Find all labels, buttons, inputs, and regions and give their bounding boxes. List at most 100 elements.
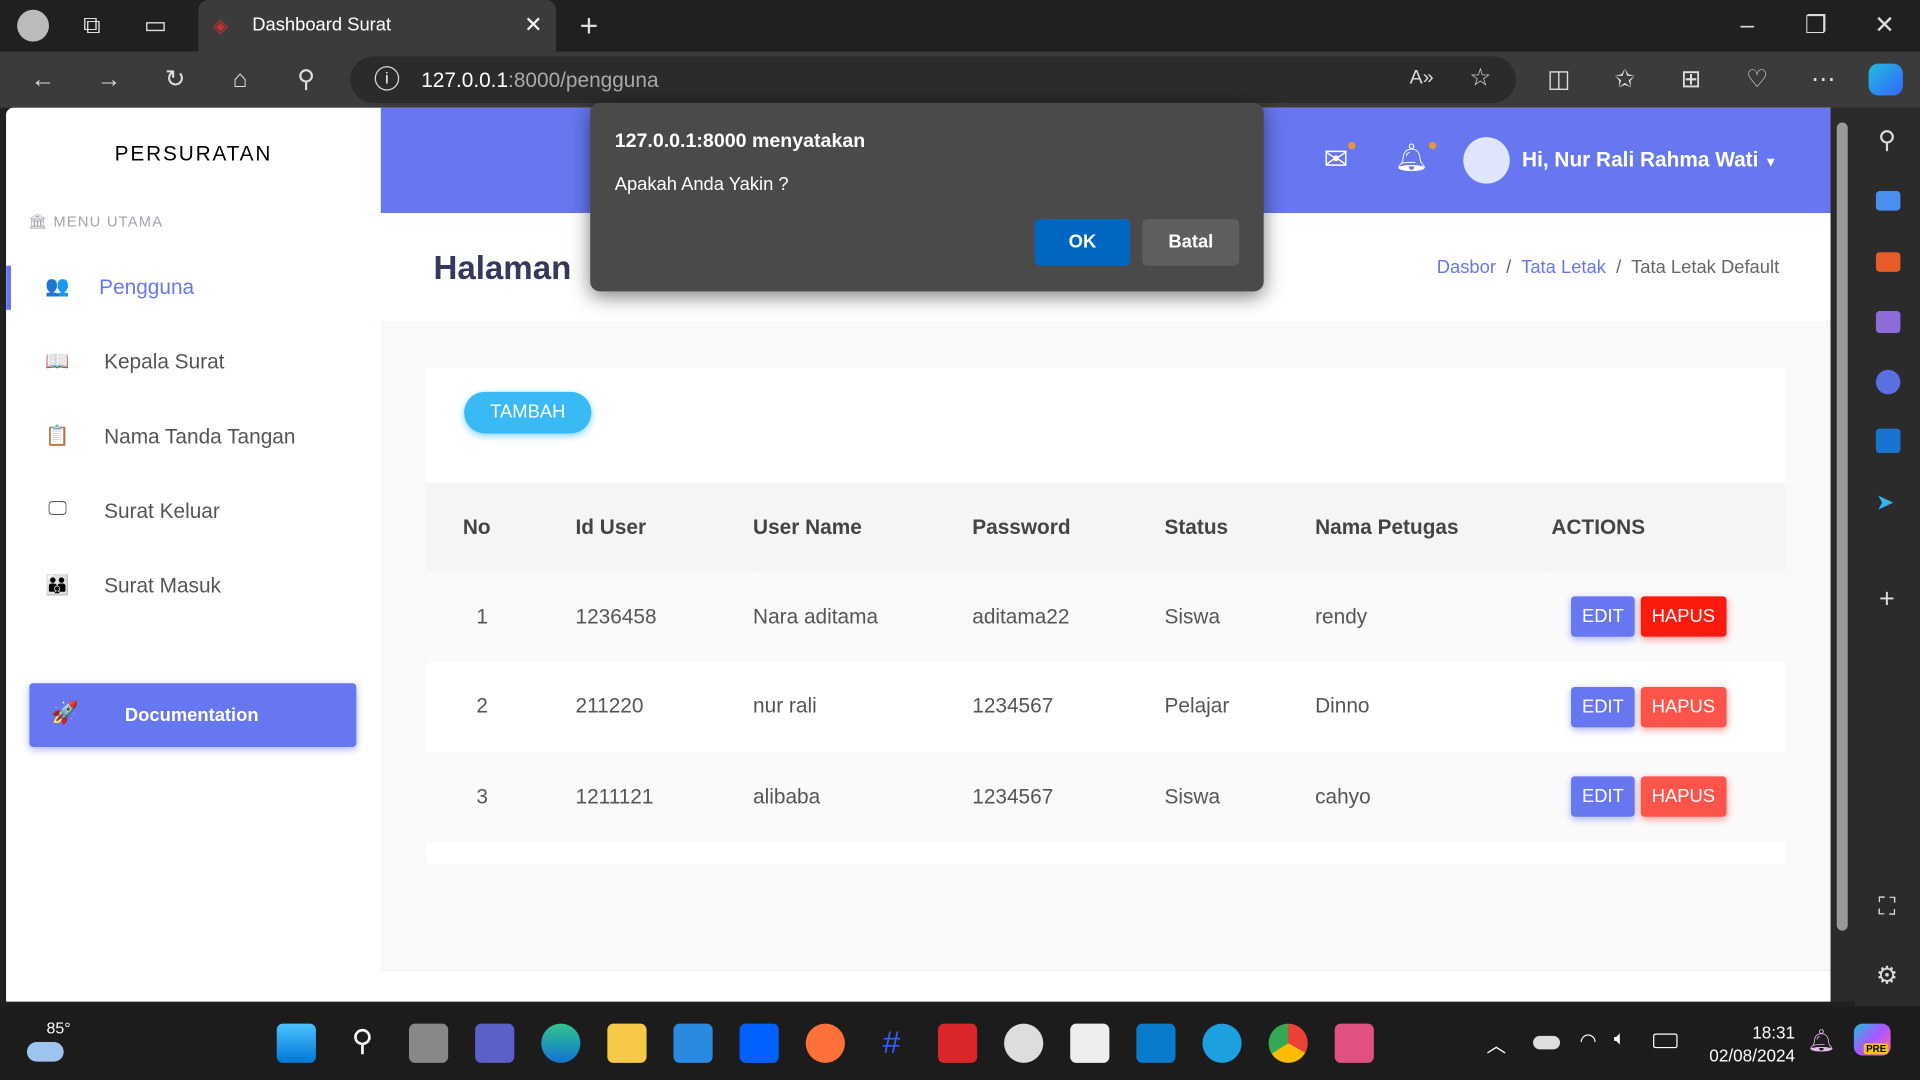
user-avatar[interactable] — [1463, 137, 1510, 184]
column-header: Password — [972, 482, 1165, 572]
onedrive-icon[interactable] — [1533, 1035, 1561, 1050]
amazon-icon[interactable] — [1070, 1023, 1110, 1063]
mail-icon[interactable]: ✉ — [1324, 142, 1356, 178]
collections-icon[interactable]: ⊞ — [1673, 61, 1710, 98]
search-icon[interactable]: ⚲ — [288, 61, 325, 98]
clock[interactable]: 18:31 02/08/2024 — [1690, 1021, 1795, 1068]
breadcrumb-tata-letak[interactable]: Tata Letak — [1521, 257, 1606, 278]
table-cell: Siswa — [1164, 571, 1316, 662]
column-header: No — [426, 482, 576, 572]
firefox-icon[interactable] — [805, 1023, 845, 1063]
send-icon[interactable]: ➤ — [1876, 490, 1894, 516]
mysql-workbench-icon[interactable] — [1202, 1023, 1242, 1063]
home-icon[interactable]: ⌂ — [222, 61, 259, 98]
games-icon[interactable] — [1875, 311, 1901, 334]
chrome-icon[interactable] — [1268, 1023, 1308, 1063]
add-sidebar-icon[interactable]: + — [1869, 580, 1906, 617]
batal-button[interactable]: Batal — [1142, 219, 1240, 266]
actions-cell: EDIT HAPUS — [1551, 571, 1786, 662]
sidebar-item-surat-masuk[interactable]: 👪 Surat Masuk — [6, 556, 381, 617]
shopping-icon[interactable] — [1875, 191, 1901, 211]
hapus-button[interactable]: HAPUS — [1640, 596, 1727, 638]
sidebar-item-pengguna[interactable]: 👥 Pengguna — [6, 257, 381, 318]
pre-badge: PRE — [1863, 1043, 1889, 1055]
page-scrollbar[interactable] — [1830, 107, 1856, 1002]
copilot-taskbar-icon[interactable]: PRE — [1853, 1023, 1891, 1056]
browser-toolbar: ← → ↻ ⌂ ⚲ i 127.0.0.1:8000/pengguna A» ☆… — [0, 51, 1920, 108]
battery-icon[interactable] — [1653, 1033, 1678, 1049]
weather-widget[interactable]: 85° — [26, 1019, 71, 1062]
edge-icon[interactable] — [541, 1023, 581, 1063]
rocket-icon: 🚀 — [51, 700, 79, 725]
notification-bell-icon[interactable]: 🔔︎ — [1807, 1029, 1835, 1055]
start-icon[interactable] — [276, 1023, 316, 1063]
edge-sidebar: ⚲ ➤ + ⛶ ⚙ — [1855, 107, 1920, 1007]
sidebar-item-surat-keluar[interactable]: 🖵 Surat Keluar — [6, 481, 381, 542]
mail-app-icon[interactable] — [673, 1023, 713, 1063]
users-icon: 👥 — [45, 276, 70, 298]
favorites-icon[interactable]: ✩ — [1607, 61, 1644, 98]
new-tab-icon[interactable]: + — [571, 7, 608, 44]
clipboard-check-icon: 📋 — [45, 426, 70, 447]
show-hidden-icons[interactable]: ︿ — [1487, 1029, 1507, 1058]
table-cell: rendy — [1315, 571, 1552, 662]
task-view-icon[interactable] — [408, 1023, 449, 1063]
forward-icon[interactable]: → — [91, 61, 128, 98]
refresh-icon[interactable]: ↻ — [157, 61, 194, 98]
time: 18:31 — [1752, 1022, 1796, 1043]
menu-section-header: 🏛 MENU UTAMA — [28, 213, 163, 230]
site-info-icon[interactable]: i — [374, 66, 400, 91]
table-cell: nur rali — [753, 694, 817, 718]
workspaces-icon[interactable]: ⧉ — [73, 7, 110, 44]
volume-icon[interactable]: 🔈︎ — [1614, 1029, 1626, 1051]
sidebar-item-kepala-surat[interactable]: 📖 Kepala Surat — [6, 332, 381, 393]
hash-app-icon[interactable]: # — [872, 1024, 911, 1063]
favorite-star-icon[interactable]: ☆ — [1462, 60, 1499, 97]
breadcrumb-dasbor[interactable]: Dasbor — [1437, 257, 1496, 278]
users-card: TAMBAH No Id User User Name Password Status N… — [426, 367, 1786, 865]
tab-dashboard-surat[interactable]: ◈ Dashboard Surat ✕ — [198, 0, 556, 52]
edit-button[interactable]: EDIT — [1571, 686, 1635, 728]
mendeley-icon[interactable] — [937, 1023, 978, 1063]
dropbox-icon[interactable] — [739, 1023, 779, 1063]
settings-icon[interactable]: ⚙ — [1869, 958, 1906, 995]
screenshot-icon[interactable]: ⛶ — [1869, 889, 1906, 926]
app-store-icon[interactable] — [1004, 1023, 1044, 1063]
hapus-button[interactable]: HAPUS — [1640, 776, 1727, 818]
sidebar-search-icon[interactable]: ⚲ — [1869, 122, 1906, 159]
snipping-tool-icon[interactable] — [1334, 1023, 1374, 1063]
tab-actions-icon[interactable]: ▭ — [137, 7, 174, 44]
split-screen-icon[interactable]: ◫ — [1540, 61, 1577, 98]
profile-icon[interactable] — [17, 9, 49, 42]
minimize-icon[interactable]: – — [1729, 7, 1766, 44]
table-cell: Dinno — [1315, 694, 1370, 718]
documentation-button[interactable]: 🚀 Documentation — [29, 683, 357, 747]
bell-icon[interactable]: 🔔︎ — [1395, 142, 1437, 174]
read-aloud-icon[interactable]: A» — [1403, 60, 1440, 97]
breadcrumb: Dasbor / Tata Letak / Tata Letak Default — [1436, 257, 1780, 278]
edit-button[interactable]: EDIT — [1571, 776, 1635, 818]
teams-icon[interactable] — [475, 1023, 515, 1063]
tools-icon[interactable] — [1875, 252, 1901, 272]
close-tab-icon[interactable]: ✕ — [524, 12, 542, 38]
cloud-icon — [26, 1042, 64, 1062]
user-menu[interactable]: Hi, Nur Rali Rahma Wati ▼ — [1522, 148, 1777, 172]
sidebar-item-nama-tanda-tangan[interactable]: 📋 Nama Tanda Tangan — [6, 407, 381, 468]
close-window-icon[interactable]: ✕ — [1866, 7, 1903, 44]
ok-button[interactable]: OK — [1034, 219, 1131, 266]
edit-button[interactable]: EDIT — [1571, 596, 1635, 638]
browser-essentials-icon[interactable]: ♡ — [1739, 61, 1776, 98]
address-bar[interactable]: i 127.0.0.1:8000/pengguna A» ☆ — [350, 56, 1516, 103]
file-explorer-icon[interactable] — [607, 1023, 647, 1063]
copilot-sidebar-icon[interactable] — [1875, 369, 1901, 395]
copilot-icon[interactable] — [1868, 63, 1903, 96]
outlook-icon[interactable] — [1875, 428, 1901, 454]
taskbar-search-icon[interactable]: ⚲ — [343, 1024, 382, 1063]
wifi-icon[interactable]: ◠ — [1580, 1029, 1597, 1053]
vscode-icon[interactable] — [1136, 1023, 1176, 1063]
restore-icon[interactable]: ❐ — [1798, 7, 1835, 44]
more-icon[interactable]: ⋯ — [1805, 61, 1842, 98]
tambah-button[interactable]: TAMBAH — [464, 391, 592, 434]
back-icon[interactable]: ← — [24, 61, 61, 98]
hapus-button[interactable]: HAPUS — [1640, 686, 1727, 728]
